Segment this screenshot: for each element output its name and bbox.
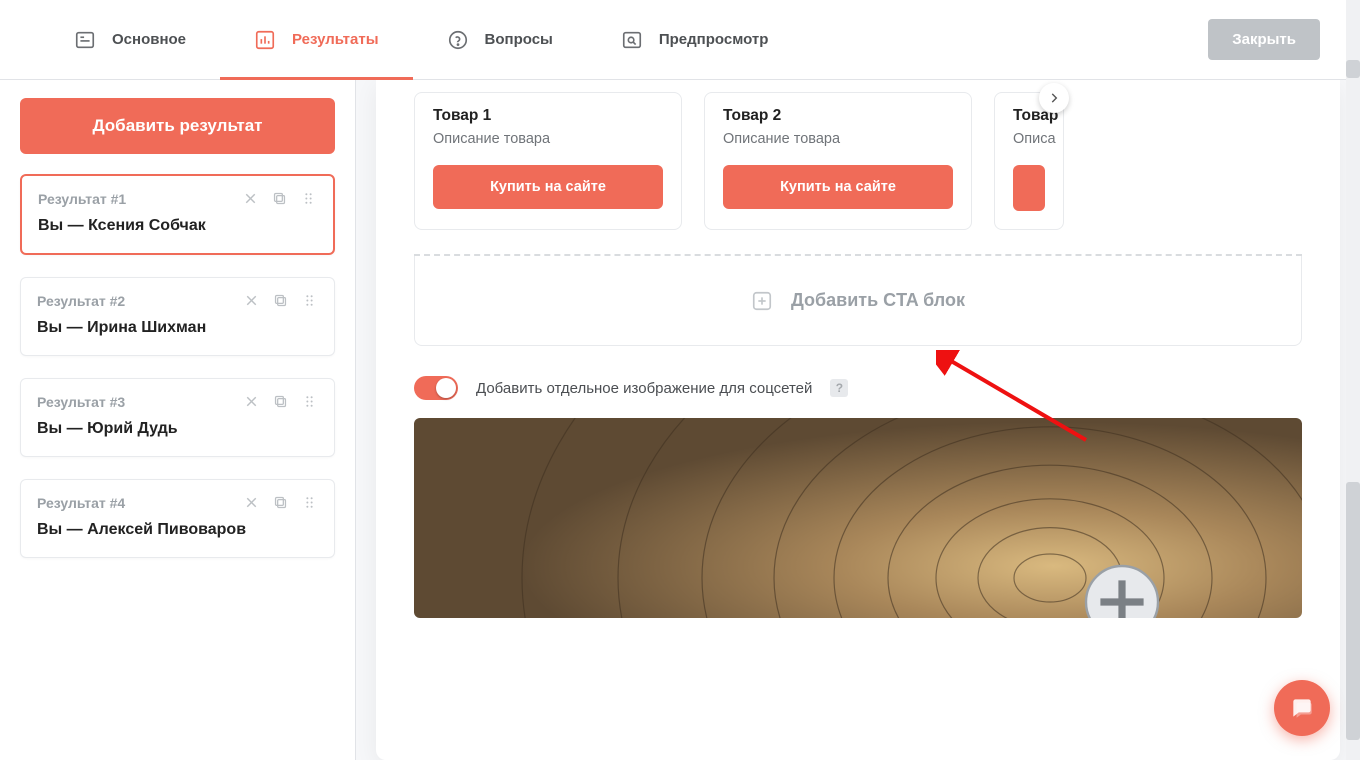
result-title: Вы — Алексей Пивоваров <box>37 521 318 539</box>
close-icon[interactable] <box>243 494 260 511</box>
buy-button[interactable]: Купить на сайте <box>433 165 663 209</box>
result-tag: Результат #1 <box>38 191 126 207</box>
social-image-preview[interactable] <box>414 418 1302 618</box>
buy-button[interactable] <box>1013 165 1045 211</box>
close-button[interactable]: Закрыть <box>1208 19 1320 60</box>
product-card: Товар Описа <box>994 92 1064 230</box>
product-card: Товар 2 Описание товара Купить на сайте <box>704 92 972 230</box>
form-icon <box>74 29 96 51</box>
main-panel: Товар 1 Описание товара Купить на сайте … <box>356 80 1360 760</box>
copy-icon[interactable] <box>272 292 289 309</box>
drag-icon[interactable] <box>301 292 318 309</box>
close-icon[interactable] <box>242 190 259 207</box>
tab-preview[interactable]: Предпросмотр <box>587 0 803 79</box>
result-tag: Результат #3 <box>37 394 125 410</box>
result-title: Вы — Юрий Дудь <box>37 420 318 438</box>
tab-main[interactable]: Основное <box>40 0 220 79</box>
add-cta-block[interactable]: Добавить CTA блок <box>414 256 1302 346</box>
tab-label: Результаты <box>292 31 378 48</box>
carousel-next-icon[interactable] <box>1039 83 1069 113</box>
question-icon <box>447 29 469 51</box>
scrollbar[interactable] <box>1346 0 1360 760</box>
result-title: Вы — Ксения Собчак <box>38 217 317 235</box>
result-card-4[interactable]: Результат #4 Вы — Алексей Пивоваров <box>20 479 335 558</box>
copy-icon[interactable] <box>271 190 288 207</box>
product-title: Товар 1 <box>433 107 663 125</box>
close-icon[interactable] <box>243 292 260 309</box>
preview-icon <box>621 29 643 51</box>
product-desc: Описание товара <box>433 131 663 147</box>
help-icon[interactable]: ? <box>830 379 848 397</box>
buy-button[interactable]: Купить на сайте <box>723 165 953 209</box>
product-card: Товар 1 Описание товара Купить на сайте <box>414 92 682 230</box>
drag-icon[interactable] <box>301 393 318 410</box>
add-cta-label: Добавить CTA блок <box>791 290 965 311</box>
result-tag: Результат #2 <box>37 293 125 309</box>
scrollbar-thumb[interactable] <box>1346 482 1360 740</box>
result-card-1[interactable]: Результат #1 Вы — Ксения Собчак <box>20 174 335 255</box>
product-desc: Описание товара <box>723 131 953 147</box>
close-icon[interactable] <box>243 393 260 410</box>
social-toggle[interactable] <box>414 376 458 400</box>
tab-results[interactable]: Результаты <box>220 0 412 79</box>
products-carousel: Товар 1 Описание товара Купить на сайте … <box>414 80 1302 230</box>
product-title: Товар 2 <box>723 107 953 125</box>
tab-label: Предпросмотр <box>659 31 769 48</box>
result-card-3[interactable]: Результат #3 Вы — Юрий Дудь <box>20 378 335 457</box>
result-card-2[interactable]: Результат #2 Вы — Ирина Шихман <box>20 277 335 356</box>
tabs-bar: Основное Результаты Вопросы Предпросмотр… <box>0 0 1360 80</box>
scrollbar-thumb[interactable] <box>1346 60 1360 78</box>
chat-fab[interactable] <box>1274 680 1330 736</box>
copy-icon[interactable] <box>272 494 289 511</box>
social-toggle-row: Добавить отдельное изображение для соцсе… <box>414 376 1302 400</box>
social-toggle-label: Добавить отдельное изображение для соцсе… <box>476 380 812 397</box>
product-desc: Описа <box>1013 131 1063 147</box>
drag-icon[interactable] <box>300 190 317 207</box>
chart-icon <box>254 29 276 51</box>
sidebar: Добавить результат Результат #1 Вы — Ксе… <box>0 80 356 760</box>
tab-label: Основное <box>112 31 186 48</box>
result-title: Вы — Ирина Шихман <box>37 319 318 337</box>
chat-icon <box>1289 695 1315 721</box>
tab-questions[interactable]: Вопросы <box>413 0 587 79</box>
tab-label: Вопросы <box>485 31 553 48</box>
add-icon <box>751 290 773 312</box>
copy-icon[interactable] <box>272 393 289 410</box>
drag-icon[interactable] <box>301 494 318 511</box>
result-tag: Результат #4 <box>37 495 125 511</box>
add-result-button[interactable]: Добавить результат <box>20 98 335 154</box>
